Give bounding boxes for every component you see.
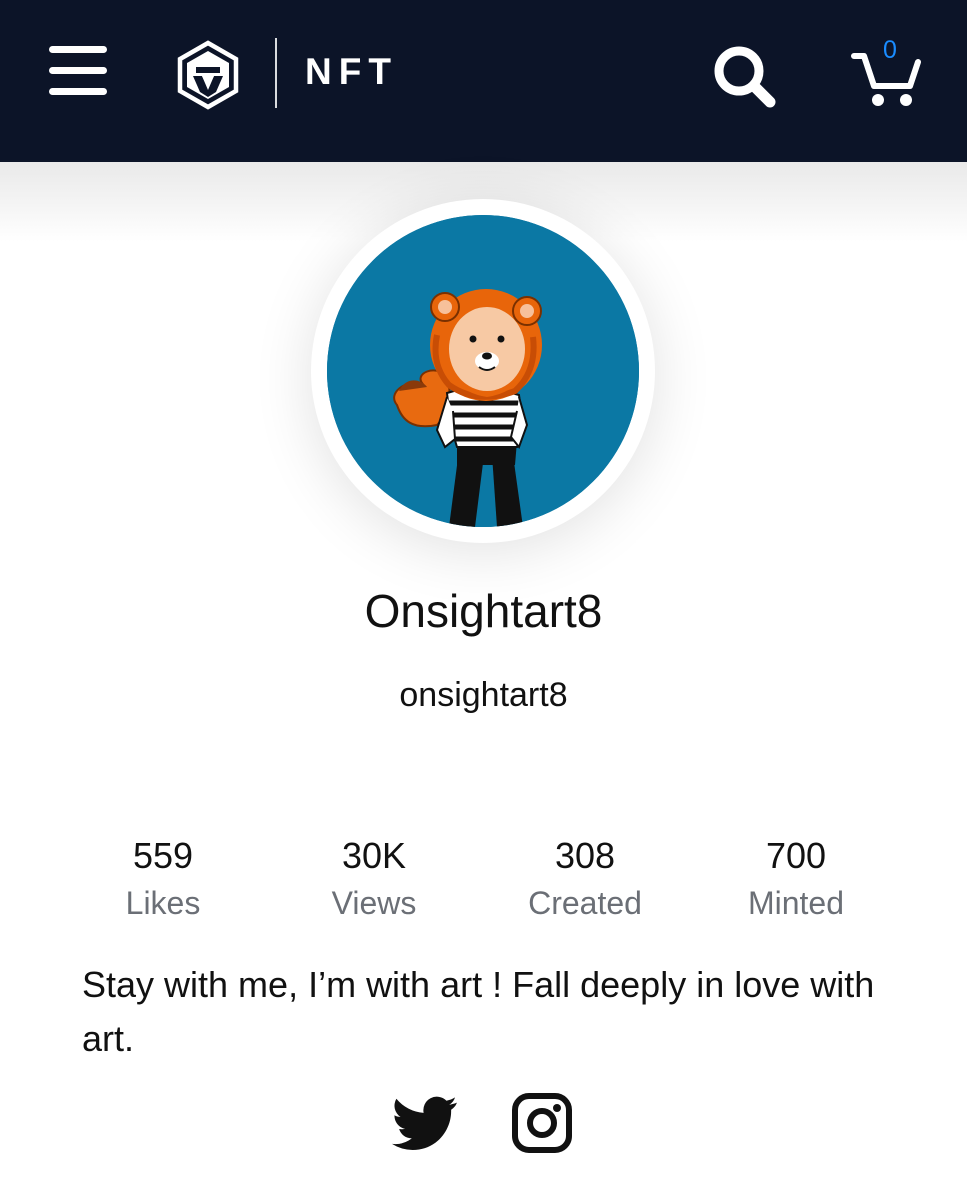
stat-label: Created bbox=[528, 885, 642, 921]
lion-character-avatar bbox=[327, 215, 639, 527]
menu-button[interactable] bbox=[46, 42, 110, 100]
stat-label: Likes bbox=[125, 885, 201, 921]
twitter-icon[interactable] bbox=[392, 1090, 458, 1156]
stat-created[interactable]: 308 Created bbox=[485, 834, 685, 928]
profile-username: onsightart8 bbox=[399, 676, 568, 714]
hamburger-menu-icon bbox=[49, 46, 107, 53]
top-nav-bar: NFT 0 bbox=[0, 0, 967, 162]
profile-bio: Stay with me, I’m with art ! Fall deeply… bbox=[82, 964, 875, 1059]
profile-display-name: Onsightart8 bbox=[364, 585, 603, 637]
brand-divider bbox=[275, 38, 277, 108]
stat-value: 30K bbox=[341, 835, 407, 876]
stat-value: 700 bbox=[765, 835, 827, 876]
stat-label: Minted bbox=[747, 885, 845, 921]
stat-label: Views bbox=[331, 885, 417, 921]
cart-count-badge: 0 bbox=[883, 36, 897, 64]
stat-likes: 559 Likes bbox=[63, 834, 263, 928]
hamburger-menu-icon bbox=[49, 67, 107, 74]
avatar[interactable] bbox=[327, 215, 639, 527]
crypto-com-logo-icon[interactable] bbox=[176, 40, 240, 110]
stat-minted[interactable]: 700 Minted bbox=[696, 834, 896, 928]
stat-value: 308 bbox=[554, 835, 616, 876]
brand-nft-label[interactable]: NFT bbox=[305, 51, 398, 99]
stat-value: 559 bbox=[132, 835, 194, 876]
stat-views: 30K Views bbox=[274, 834, 474, 928]
search-icon[interactable] bbox=[710, 42, 780, 112]
hamburger-menu-icon bbox=[49, 88, 107, 95]
instagram-icon[interactable] bbox=[509, 1090, 575, 1156]
